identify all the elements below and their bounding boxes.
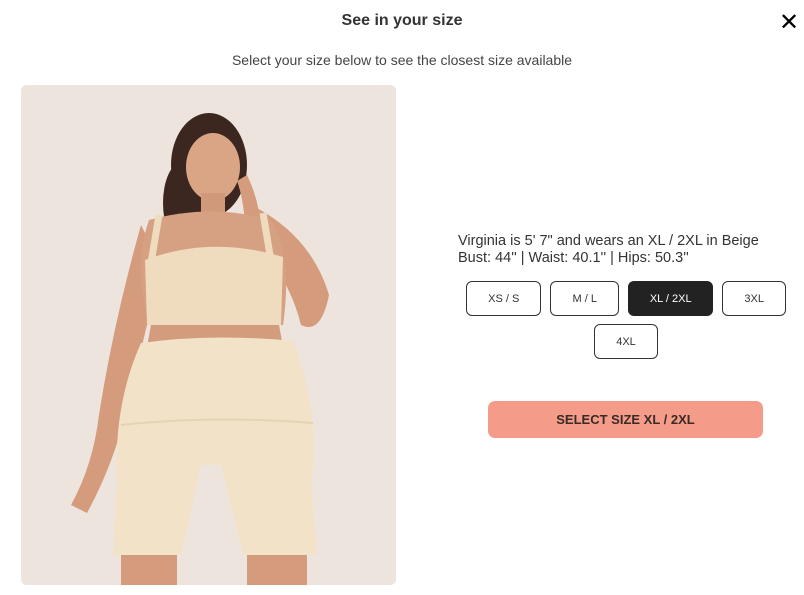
size-option-m-l[interactable]: M / L [550,281,620,316]
size-option-xs-s[interactable]: XS / S [466,281,542,316]
size-options-row-1: XS / S M / L XL / 2XL 3XL [466,281,786,316]
model-measurements: Bust: 44'' | Waist: 40.1'' | Hips: 50.3'… [458,250,689,266]
modal-title: See in your size [341,12,463,29]
size-option-3xl[interactable]: 3XL [722,281,786,316]
size-options-row-2: 4XL [594,324,804,359]
model-description: Virginia is 5' 7" and wears an XL / 2XL … [458,233,759,249]
model-info: Virginia is 5' 7" and wears an XL / 2XL … [458,233,798,267]
size-option-4xl[interactable]: 4XL [594,324,658,359]
select-size-button[interactable]: SELECT SIZE XL / 2XL [488,401,763,438]
modal-subtitle: Select your size below to see the closes… [231,52,573,68]
close-icon[interactable]: ✕ [776,10,802,36]
model-photo [21,85,396,585]
size-option-xl-2xl[interactable]: XL / 2XL [628,281,714,316]
